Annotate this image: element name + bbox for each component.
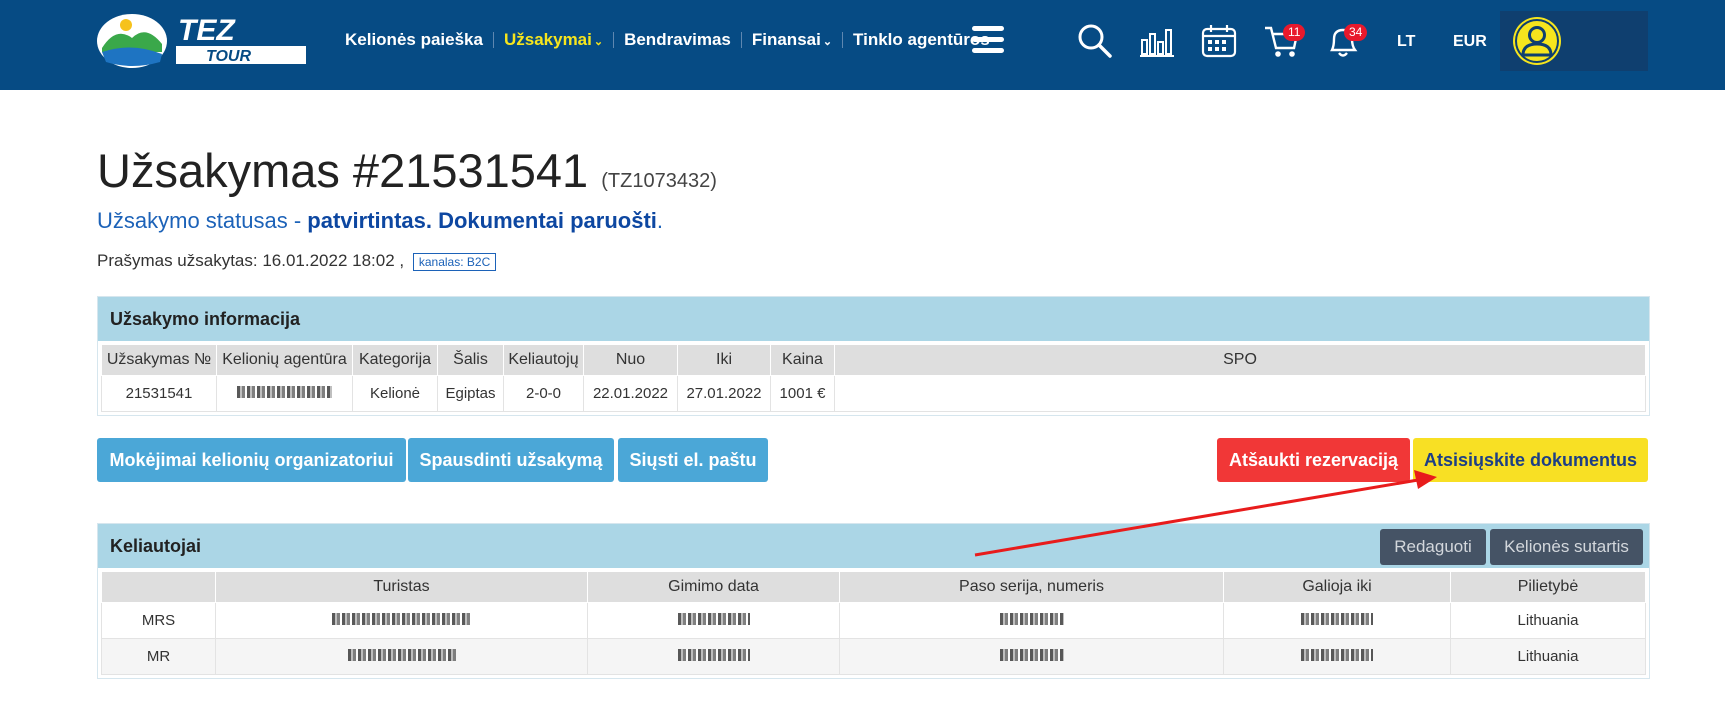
redacted-text bbox=[999, 649, 1064, 661]
agency-cell bbox=[216, 375, 353, 412]
order-title: Užsakymas #21531541 bbox=[97, 144, 589, 197]
col-citizenship: Pilietybė bbox=[1450, 571, 1646, 603]
citizenship-cell: Lithuania bbox=[1450, 638, 1646, 675]
channel-badge: kanalas: B2C bbox=[412, 252, 497, 271]
travelers-panel: Keliautojai Redaguoti Kelionės sutartis … bbox=[97, 523, 1650, 679]
print-order-button[interactable]: Spausdinti užsakymą bbox=[408, 438, 614, 482]
order-sub-id: (TZ1073432) bbox=[601, 170, 717, 192]
col-agency: Kelionių agentūra bbox=[216, 344, 353, 376]
col-tourist: Turistas bbox=[215, 571, 588, 603]
redacted-text bbox=[677, 613, 750, 625]
table-header-row: Turistas Gimimo data Paso serija, numeri… bbox=[101, 571, 1646, 603]
col-price: Kaina bbox=[770, 344, 835, 376]
created-text: Prašymas užsakytas: 16.01.2022 18:02 , bbox=[97, 251, 405, 270]
to-date-cell: 27.01.2022 bbox=[677, 375, 771, 412]
tourist-cell bbox=[215, 638, 588, 675]
chevron-down-icon: ⌄ bbox=[593, 36, 604, 48]
from-date-cell: 22.01.2022 bbox=[583, 375, 678, 412]
status-value: patvirtintas. Dokumentai paruošti bbox=[307, 208, 657, 233]
redacted-text bbox=[1301, 613, 1373, 625]
status-prefix: Užsakymo statusas - bbox=[97, 208, 308, 233]
order-status: Užsakymo statusas - patvirtintas. Dokume… bbox=[97, 208, 663, 234]
redacted-text bbox=[677, 649, 750, 661]
redacted-text bbox=[237, 386, 332, 398]
valid-until-cell bbox=[1223, 638, 1451, 675]
valid-until-cell bbox=[1223, 602, 1451, 639]
travelers-heading: Keliautojai Redaguoti Kelionės sutartis bbox=[98, 524, 1649, 568]
order-info-table: Užsakymas № Kelionių agentūra Kategorija… bbox=[101, 344, 1646, 412]
spo-cell bbox=[834, 375, 1646, 412]
payments-button[interactable]: Mokėjimai kelionių organizatoriui bbox=[97, 438, 406, 482]
cancel-reservation-button[interactable]: Atšaukti rezervaciją bbox=[1217, 438, 1410, 482]
col-valid-until: Galioja iki bbox=[1223, 571, 1451, 603]
calendar-icon[interactable] bbox=[1200, 22, 1238, 60]
svg-text:TEZ: TEZ bbox=[178, 14, 236, 47]
edit-travelers-button[interactable]: Redaguoti bbox=[1380, 529, 1486, 565]
col-title bbox=[101, 571, 216, 603]
col-spo: SPO bbox=[834, 344, 1646, 376]
download-documents-button[interactable]: Atsisiųskite dokumentus bbox=[1413, 438, 1648, 482]
col-passport: Paso serija, numeris bbox=[839, 571, 1224, 603]
table-row: MRS Lithuania bbox=[101, 602, 1646, 639]
currency-selector[interactable]: EUR bbox=[1453, 33, 1487, 51]
redacted-text bbox=[331, 613, 472, 625]
category-cell: Kelionė bbox=[352, 375, 438, 412]
order-no-cell: 21531541 bbox=[101, 375, 217, 412]
notifications-count-badge: 34 bbox=[1344, 24, 1368, 41]
col-birth-date: Gimimo data bbox=[587, 571, 840, 603]
table-row: 21531541 Kelionė Egiptas 2-0-0 22.01.202… bbox=[101, 375, 1646, 412]
table-row: MR Lithuania bbox=[101, 638, 1646, 675]
chevron-down-icon: ⌄ bbox=[822, 36, 833, 48]
cart-count-badge: 11 bbox=[1283, 24, 1306, 41]
order-created: Prašymas užsakytas: 16.01.2022 18:02 , k… bbox=[97, 251, 497, 271]
col-from: Nuo bbox=[583, 344, 678, 376]
page-title: Užsakymas #21531541 (TZ1073432) bbox=[97, 143, 717, 198]
nav-communication[interactable]: Bendravimas bbox=[614, 30, 741, 50]
user-menu[interactable] bbox=[1500, 11, 1648, 71]
birth-date-cell bbox=[587, 602, 840, 639]
col-order-no: Užsakymas № bbox=[101, 344, 217, 376]
citizenship-cell: Lithuania bbox=[1450, 602, 1646, 639]
price-cell: 1001 € bbox=[770, 375, 835, 412]
traveler-title-cell: MRS bbox=[101, 602, 216, 639]
birth-date-cell bbox=[587, 638, 840, 675]
top-navbar: TEZ TOUR Kelionės paieška Užsakymai ⌄ Ben… bbox=[0, 0, 1725, 90]
hamburger-menu-icon[interactable] bbox=[972, 26, 1004, 56]
search-icon[interactable] bbox=[1076, 22, 1114, 60]
travel-contract-button[interactable]: Kelionės sutartis bbox=[1490, 529, 1643, 565]
passport-cell bbox=[839, 638, 1224, 675]
nav-search-trips[interactable]: Kelionės paieška bbox=[335, 30, 493, 50]
status-suffix: . bbox=[656, 208, 664, 233]
travelers-cell: 2-0-0 bbox=[503, 375, 584, 412]
col-travelers: Keliautojų bbox=[503, 344, 584, 376]
passport-cell bbox=[839, 602, 1224, 639]
travelers-table: Turistas Gimimo data Paso serija, numeri… bbox=[101, 571, 1646, 675]
redacted-text bbox=[347, 649, 456, 661]
language-selector[interactable]: LT bbox=[1397, 33, 1415, 51]
tez-tour-logo[interactable]: TEZ TOUR bbox=[96, 8, 311, 70]
col-category: Kategorija bbox=[352, 344, 438, 376]
col-country: Šalis bbox=[437, 344, 504, 376]
order-info-heading: Užsakymo informacija bbox=[98, 297, 1649, 341]
country-cell: Egiptas bbox=[437, 375, 504, 412]
nav-orders[interactable]: Užsakymai ⌄ bbox=[494, 30, 613, 50]
traveler-title-cell: MR bbox=[101, 638, 216, 675]
nav-finance[interactable]: Finansai ⌄ bbox=[742, 30, 842, 50]
col-to: Iki bbox=[677, 344, 771, 376]
nav-finance-label: Finansai bbox=[751, 30, 821, 49]
main-nav: Kelionės paieška Užsakymai ⌄ Bendravimas … bbox=[335, 30, 1000, 50]
table-header-row: Užsakymas № Kelionių agentūra Kategorija… bbox=[101, 344, 1646, 376]
nav-orders-label: Užsakymai bbox=[503, 30, 592, 49]
travelers-title: Keliautojai bbox=[110, 536, 202, 556]
send-email-button[interactable]: Siųsti el. paštu bbox=[618, 438, 768, 482]
tourist-cell bbox=[215, 602, 588, 639]
statistics-icon[interactable] bbox=[1138, 22, 1176, 60]
svg-text:TOUR: TOUR bbox=[206, 48, 251, 65]
redacted-text bbox=[1301, 649, 1373, 661]
user-avatar-icon bbox=[1513, 17, 1561, 65]
redacted-text bbox=[999, 613, 1064, 625]
order-info-panel: Užsakymo informacija Užsakymas № Kelioni… bbox=[97, 296, 1650, 416]
